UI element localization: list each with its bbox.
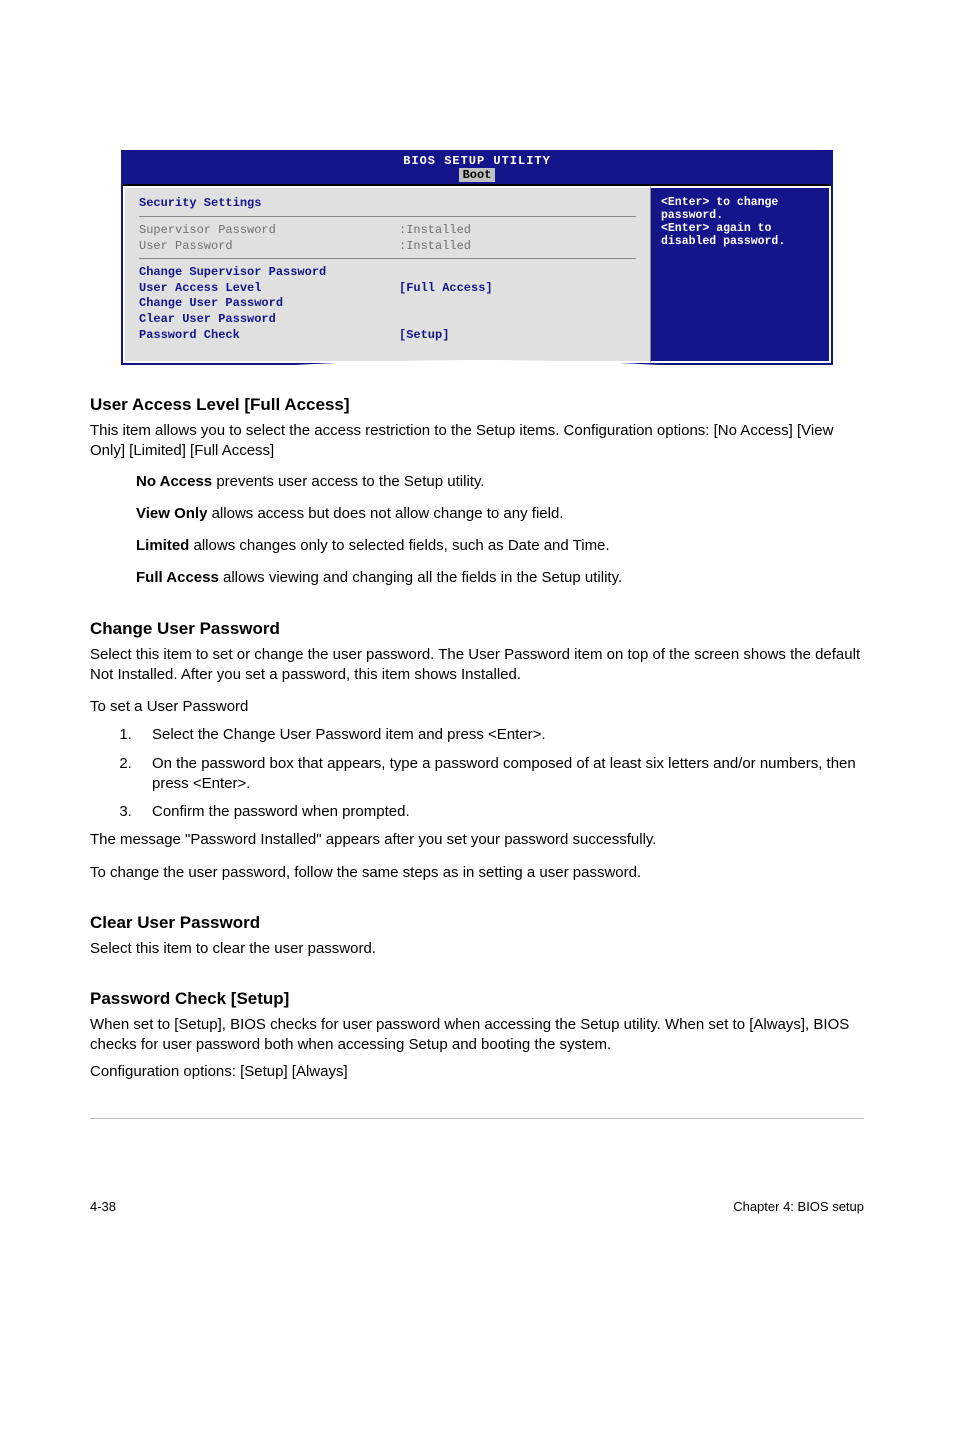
view-only-text: allows access but does not allow change … xyxy=(207,505,563,522)
bios-tab-bar: Boot xyxy=(123,168,831,184)
limited-text: allows changes only to selected fields, … xyxy=(189,537,609,554)
user-pw-value: :Installed xyxy=(399,239,636,255)
no-access-text: prevents user access to the Setup utilit… xyxy=(212,473,484,490)
cup-step-3: Confirm the password when prompted. xyxy=(136,802,864,822)
bios-screenshot: BIOS SETUP UTILITY Boot Security Setting… xyxy=(121,150,833,365)
limited-bold: Limited xyxy=(136,537,189,554)
heading-user-access-level: User Access Level [Full Access] xyxy=(90,395,864,415)
view-only-bold: View Only xyxy=(136,505,207,522)
heading-clear-user-password: Clear User Password xyxy=(90,913,864,933)
clear-user-pw: Clear User Password xyxy=(139,312,399,328)
password-check-value: [Setup] xyxy=(399,328,636,344)
ual-options-block: No Access prevents user access to the Se… xyxy=(136,472,864,589)
clr-p1: Select this item to clear the user passw… xyxy=(90,939,864,959)
password-check-label: Password Check xyxy=(139,328,399,344)
help-line-2: password. xyxy=(661,209,819,222)
cup-steps: Select the Change User Password item and… xyxy=(116,725,864,822)
supervisor-pw-label: Supervisor Password xyxy=(139,223,399,239)
change-user-pw: Change User Password xyxy=(139,296,399,312)
bios-section-title: Security Settings xyxy=(139,196,636,210)
full-access-bold: Full Access xyxy=(136,569,219,586)
user-pw-label: User Password xyxy=(139,239,399,255)
pwc-p1: When set to [Setup], BIOS checks for use… xyxy=(90,1015,864,1056)
bios-title: BIOS SETUP UTILITY xyxy=(123,152,831,168)
cup-step-1: Select the Change User Password item and… xyxy=(136,725,864,745)
help-line-4: disabled password. xyxy=(661,235,819,248)
change-supervisor-pw: Change Supervisor Password xyxy=(139,265,399,281)
bios-help-panel: <Enter> to change password. <Enter> agai… xyxy=(651,186,831,363)
bios-settings-panel: Security Settings Supervisor Password :I… xyxy=(123,186,651,363)
cup-p3: The message "Password Installed" appears… xyxy=(90,830,864,850)
page-number: 4-38 xyxy=(90,1199,116,1214)
user-access-level-label: User Access Level xyxy=(139,281,399,297)
full-access-text: allows viewing and changing all the fiel… xyxy=(219,569,622,586)
page-footer: 4-38 Chapter 4: BIOS setup xyxy=(0,1199,954,1214)
page-curve-decoration xyxy=(121,351,833,379)
cup-p1: Select this item to set or change the us… xyxy=(90,645,864,686)
help-line-3: <Enter> again to xyxy=(661,222,819,235)
pwc-p2: Configuration options: [Setup] [Always] xyxy=(90,1062,864,1082)
bios-tab-boot: Boot xyxy=(459,168,496,182)
cup-p2: To set a User Password xyxy=(90,697,864,717)
ual-desc: This item allows you to select the acces… xyxy=(90,421,864,462)
chapter-label: Chapter 4: BIOS setup xyxy=(733,1199,864,1214)
heading-password-check: Password Check [Setup] xyxy=(90,989,864,1009)
help-line-1: <Enter> to change xyxy=(661,196,819,209)
supervisor-pw-value: :Installed xyxy=(399,223,636,239)
cup-p4: To change the user password, follow the … xyxy=(90,863,864,883)
no-access-bold: No Access xyxy=(136,473,212,490)
heading-change-user-password: Change User Password xyxy=(90,619,864,639)
user-access-level-value: [Full Access] xyxy=(399,281,636,297)
cup-step-2: On the password box that appears, type a… xyxy=(136,754,864,795)
